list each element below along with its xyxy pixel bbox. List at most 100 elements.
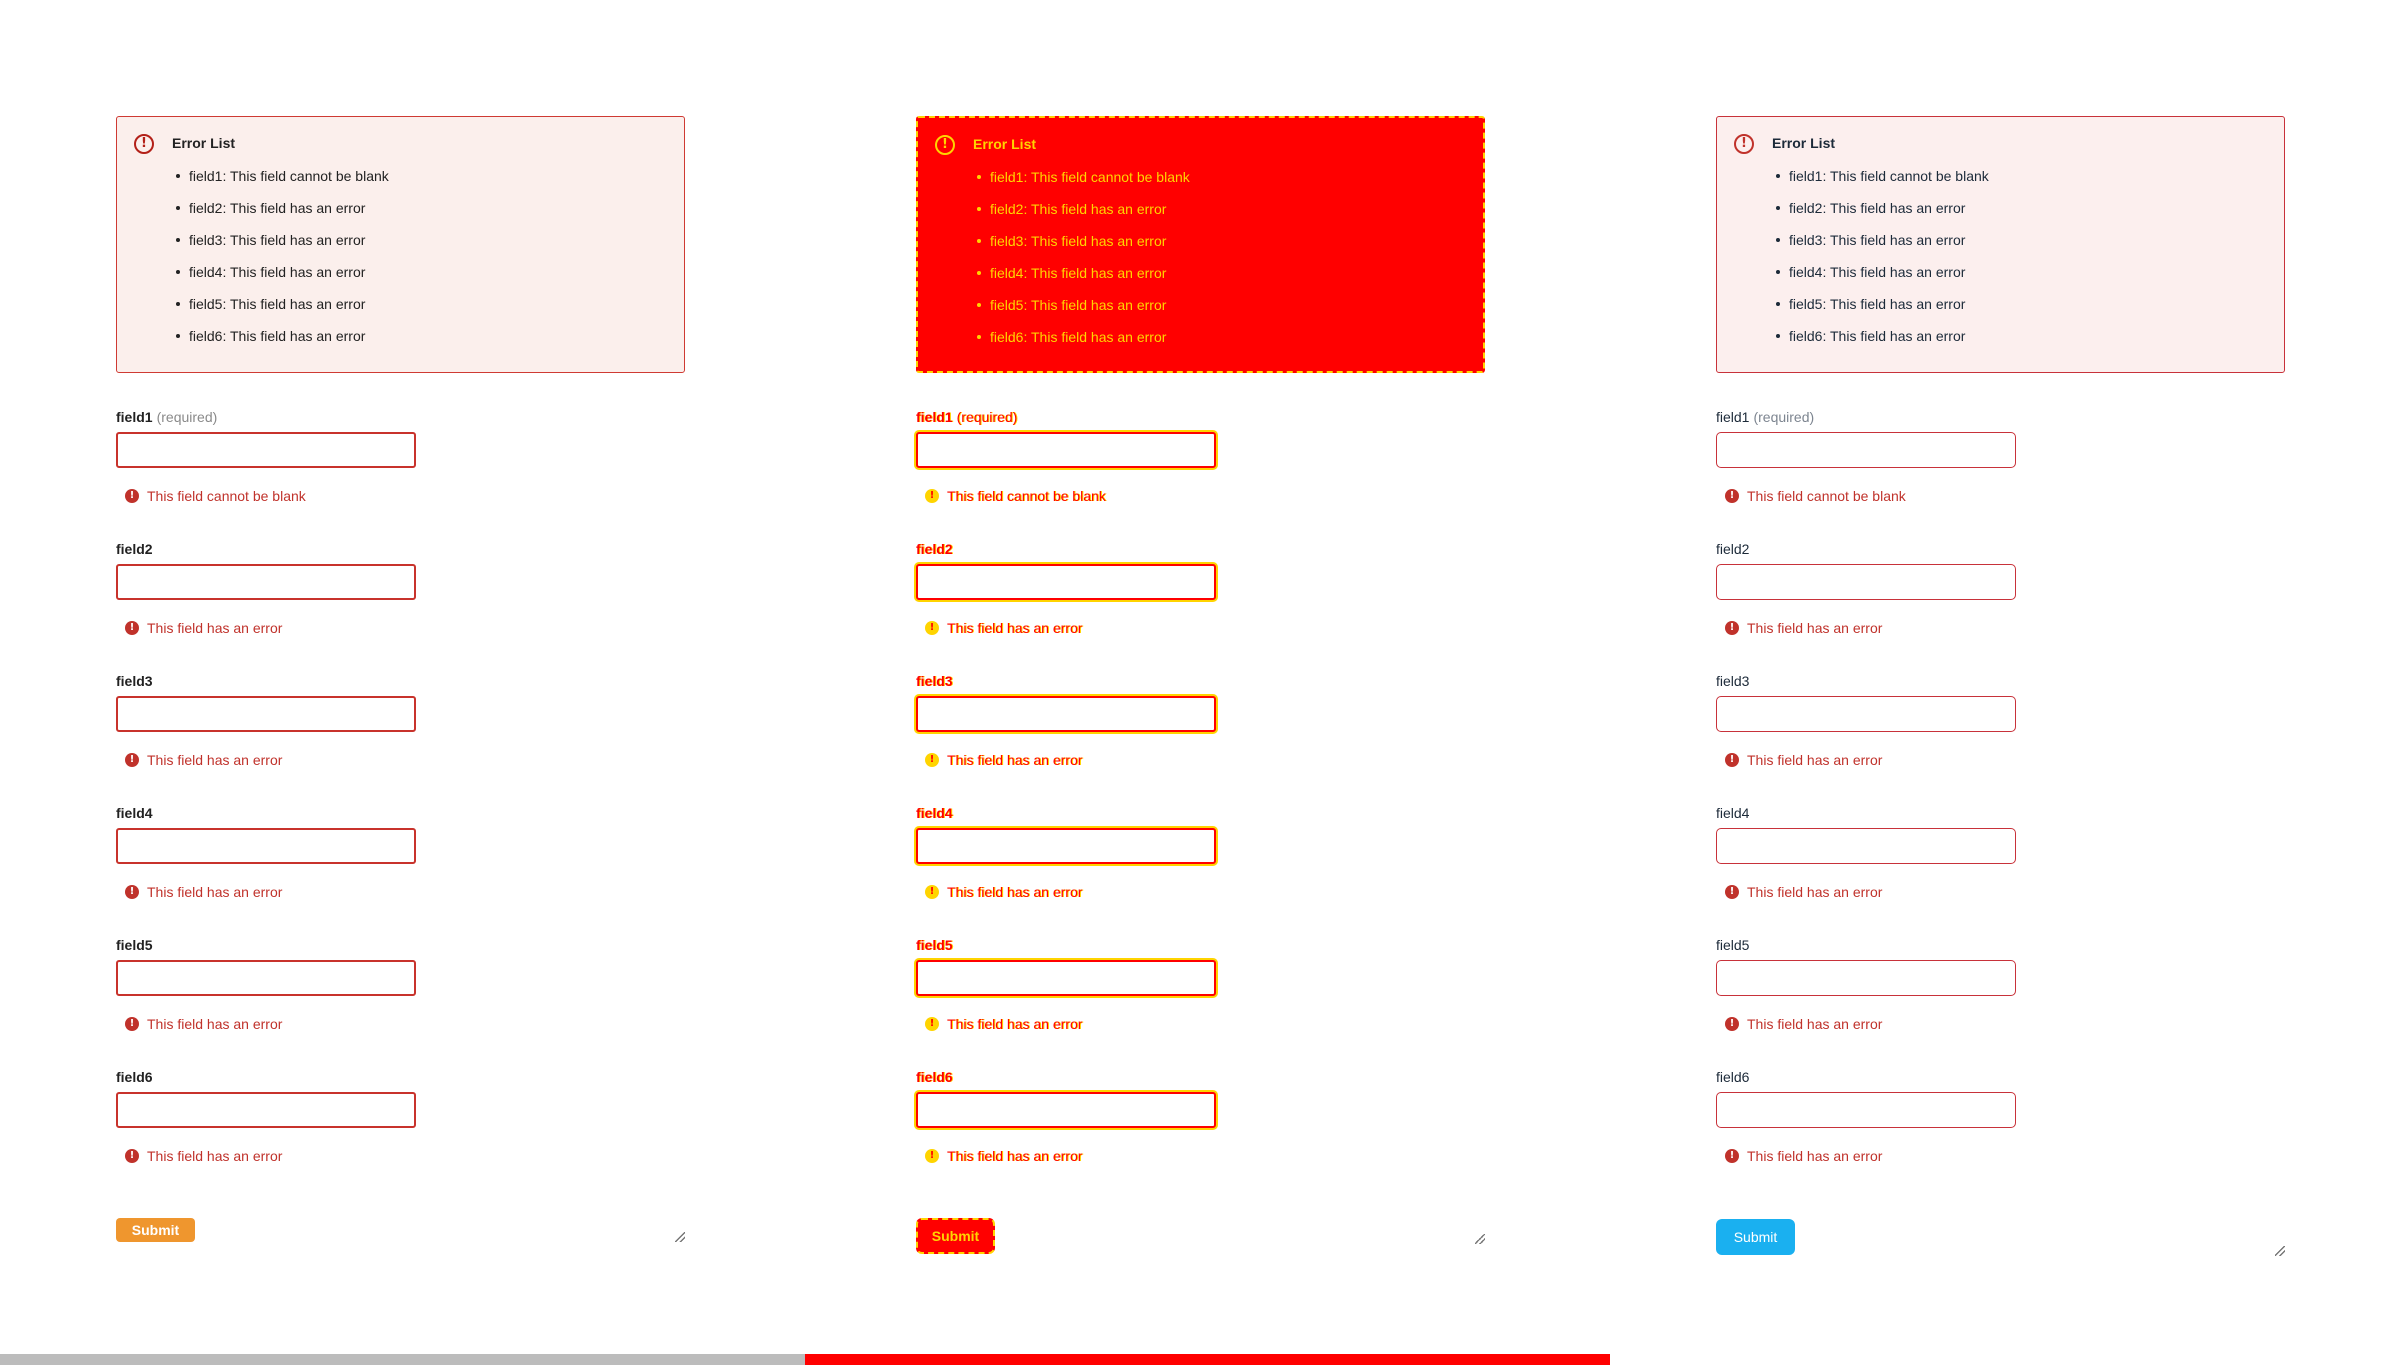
form-field-5: field5 ! This field has an error bbox=[916, 937, 1485, 1069]
field-label-text: field3 bbox=[916, 673, 953, 689]
error-list-item[interactable]: field2: This field has an error bbox=[977, 200, 1190, 232]
field-label: field1 (required) bbox=[916, 409, 1017, 425]
error-list-item[interactable]: field1: This field cannot be blank bbox=[176, 167, 389, 199]
error-list-item[interactable]: field5: This field has an error bbox=[176, 295, 389, 327]
error-list-item[interactable]: field5: This field has an error bbox=[977, 296, 1190, 328]
error-list-item[interactable]: field2: This field has an error bbox=[1776, 199, 1989, 231]
error-message: This field has an error bbox=[147, 884, 283, 900]
field6-input[interactable] bbox=[916, 1092, 1216, 1128]
field4-input[interactable] bbox=[916, 828, 1216, 864]
error-message: This field has an error bbox=[947, 620, 1083, 636]
error-list-item[interactable]: field1: This field cannot be blank bbox=[1776, 167, 1989, 199]
error-list-box: ! Error List field1: This field cannot b… bbox=[116, 116, 685, 373]
submit-button[interactable]: Submit bbox=[916, 1218, 995, 1254]
error-icon: ! bbox=[1725, 1149, 1739, 1163]
field-label: field6 bbox=[916, 1069, 953, 1085]
field2-input[interactable] bbox=[1716, 564, 2016, 600]
field3-input[interactable] bbox=[116, 696, 416, 732]
field3-input[interactable] bbox=[1716, 696, 2016, 732]
form-panel-1: ! Error List field1: This field cannot b… bbox=[0, 0, 800, 1365]
resize-handle-icon[interactable] bbox=[2275, 1246, 2285, 1256]
error-list-item[interactable]: field1: This field cannot be blank bbox=[977, 168, 1190, 200]
error-list-items: field1: This field cannot be blank field… bbox=[977, 168, 1190, 360]
field2-input[interactable] bbox=[116, 564, 416, 600]
error-message: This field has an error bbox=[147, 1148, 283, 1164]
field5-input[interactable] bbox=[1716, 960, 2016, 996]
error-icon: ! bbox=[1725, 1017, 1739, 1031]
field-label-text: field1 bbox=[916, 409, 953, 425]
error-message: This field has an error bbox=[947, 884, 1083, 900]
error-icon: ! bbox=[1725, 885, 1739, 899]
error-icon: ! bbox=[125, 753, 139, 767]
required-hint: (required) bbox=[156, 409, 218, 425]
error-list-item[interactable]: field4: This field has an error bbox=[977, 264, 1190, 296]
error-icon: ! bbox=[925, 489, 939, 503]
error-icon: ! bbox=[925, 1017, 939, 1031]
submit-button[interactable]: Submit bbox=[1716, 1219, 1795, 1255]
error-list-item[interactable]: field4: This field has an error bbox=[176, 263, 389, 295]
field3-input[interactable] bbox=[916, 696, 1216, 732]
field-label: field2 bbox=[116, 541, 153, 557]
field-label-text: field2 bbox=[116, 541, 153, 557]
field-label: field2 bbox=[916, 541, 953, 557]
field4-input[interactable] bbox=[116, 828, 416, 864]
form-field-1: field1 (required) ! This field cannot be b… bbox=[916, 409, 1485, 541]
field-label: field1 (required) bbox=[1716, 409, 1814, 425]
resize-handle-icon[interactable] bbox=[675, 1232, 685, 1242]
field-label: field4 bbox=[916, 805, 953, 821]
error-list-items: field1: This field cannot be blank field… bbox=[176, 167, 389, 359]
error-list-item[interactable]: field5: This field has an error bbox=[1776, 295, 1989, 327]
error-list-box: ! Error List field1: This field cannot b… bbox=[1716, 116, 2285, 373]
submit-button[interactable]: Submit bbox=[116, 1218, 195, 1242]
form-panel-3: ! Error List field1: This field cannot b… bbox=[1600, 0, 2400, 1365]
error-message: This field cannot be blank bbox=[1747, 488, 1906, 504]
field-label: field3 bbox=[1716, 673, 1749, 689]
form-field-2: field2 ! This field has an error bbox=[916, 541, 1485, 673]
field-label: field3 bbox=[916, 673, 953, 689]
error-list-item[interactable]: field4: This field has an error bbox=[1776, 263, 1989, 295]
error-list-item[interactable]: field3: This field has an error bbox=[977, 232, 1190, 264]
error-message: This field has an error bbox=[947, 1016, 1083, 1032]
required-hint: (required) bbox=[956, 409, 1018, 425]
field1-input[interactable] bbox=[116, 432, 416, 468]
error-icon: ! bbox=[125, 1149, 139, 1163]
field1-input[interactable] bbox=[916, 432, 1216, 468]
form-field-5: field5 ! This field has an error bbox=[1716, 937, 2285, 1069]
error-message: This field has an error bbox=[147, 620, 283, 636]
error-list-item[interactable]: field6: This field has an error bbox=[977, 328, 1190, 360]
error-icon: ! bbox=[125, 621, 139, 635]
field6-input[interactable] bbox=[116, 1092, 416, 1128]
field-label: field6 bbox=[1716, 1069, 1749, 1085]
form-container: ! Error List field1: This field cannot b… bbox=[916, 116, 1485, 1254]
form-panel-2: ! Error List field1: This field cannot b… bbox=[800, 0, 1600, 1365]
field-label: field5 bbox=[116, 937, 153, 953]
error-icon: ! bbox=[125, 885, 139, 899]
scrollbar-track[interactable] bbox=[0, 1354, 805, 1365]
resize-handle-icon[interactable] bbox=[1475, 1234, 1485, 1244]
form-field-3: field3 ! This field has an error bbox=[916, 673, 1485, 805]
form-field-4: field4 ! This field has an error bbox=[116, 805, 685, 937]
scrollbar-track-highlight[interactable] bbox=[805, 1354, 1610, 1365]
field1-input[interactable] bbox=[1716, 432, 2016, 468]
form-field-6: field6 ! This field has an error bbox=[116, 1069, 685, 1201]
field-label-text: field3 bbox=[116, 673, 153, 689]
error-list-item[interactable]: field3: This field has an error bbox=[1776, 231, 1989, 263]
error-icon: ! bbox=[925, 753, 939, 767]
error-icon: ! bbox=[925, 621, 939, 635]
form-field-4: field4 ! This field has an error bbox=[1716, 805, 2285, 937]
error-list-item[interactable]: field3: This field has an error bbox=[176, 231, 389, 263]
field5-input[interactable] bbox=[116, 960, 416, 996]
field5-input[interactable] bbox=[916, 960, 1216, 996]
field4-input[interactable] bbox=[1716, 828, 2016, 864]
field-label: field1 (required) bbox=[116, 409, 217, 425]
field-label-text: field4 bbox=[116, 805, 153, 821]
error-list-item[interactable]: field6: This field has an error bbox=[176, 327, 389, 359]
field-label-text: field4 bbox=[916, 805, 953, 821]
error-list-item[interactable]: field6: This field has an error bbox=[1776, 327, 1989, 359]
field-label-text: field1 bbox=[1716, 409, 1750, 425]
form-field-6: field6 ! This field has an error bbox=[916, 1069, 1485, 1201]
field2-input[interactable] bbox=[916, 564, 1216, 600]
field6-input[interactable] bbox=[1716, 1092, 2016, 1128]
error-list-item[interactable]: field2: This field has an error bbox=[176, 199, 389, 231]
field-label-text: field6 bbox=[1716, 1069, 1750, 1085]
